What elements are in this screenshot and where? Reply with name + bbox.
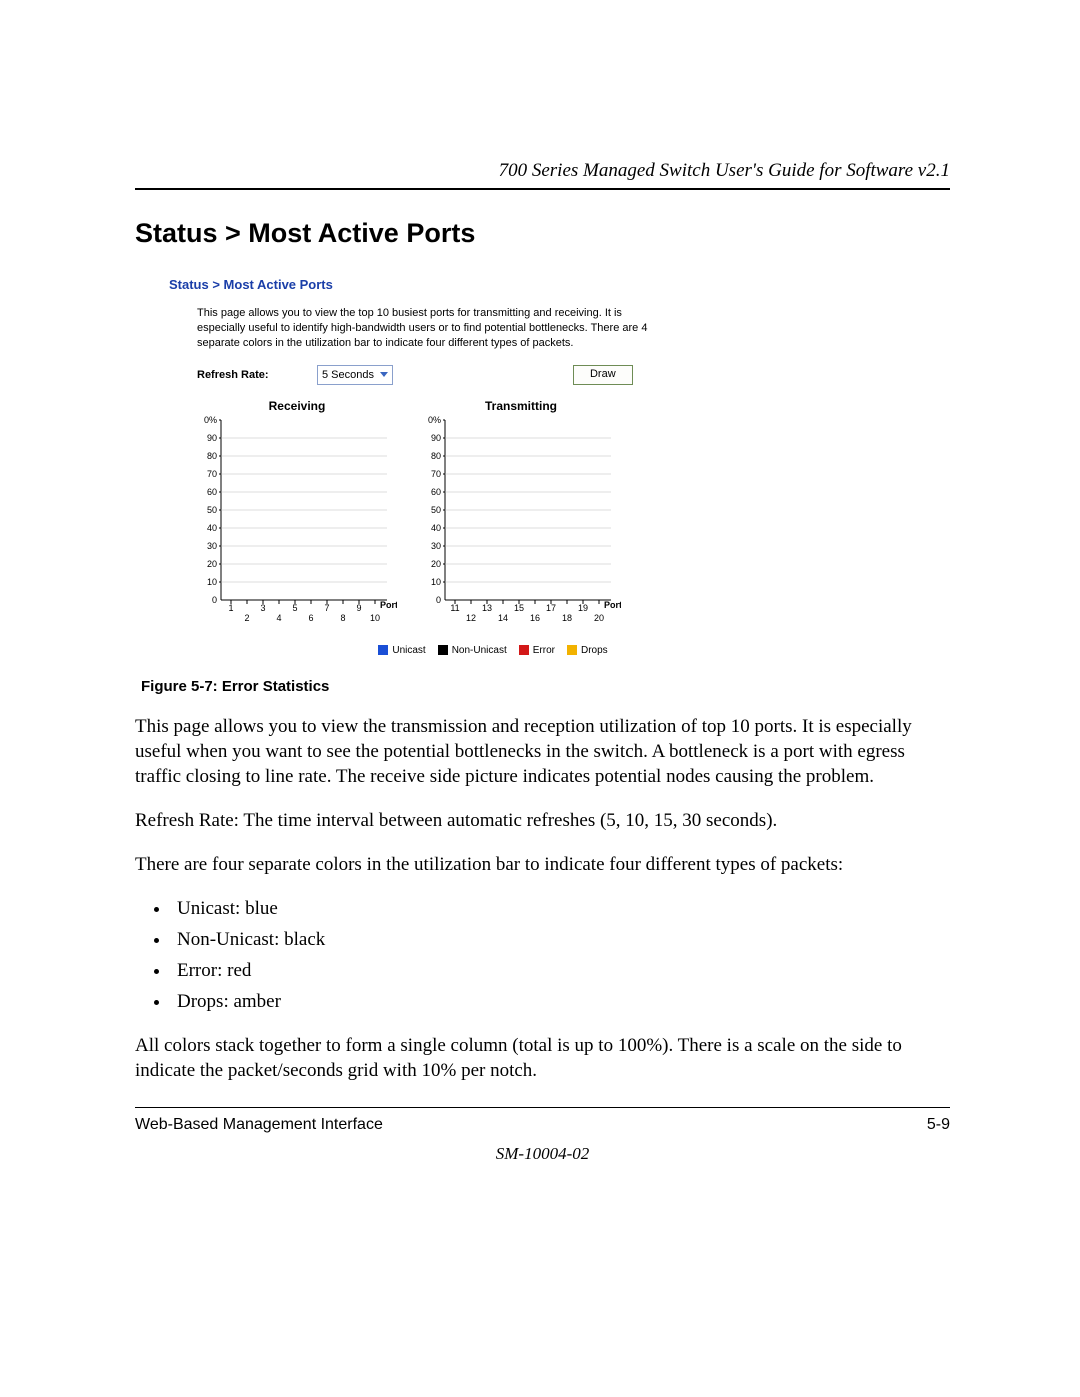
svg-text:50: 50 — [431, 505, 441, 515]
svg-text:14: 14 — [498, 613, 508, 623]
chart-receiving: Receiving 0% 90 80 70 60 — [197, 399, 397, 625]
svg-text:20: 20 — [431, 559, 441, 569]
chart-transmitting-svg: 0% 90 80 70 60 50 40 30 20 10 0 — [421, 415, 621, 625]
body-paragraph: All colors stack together to form a sing… — [135, 1033, 950, 1083]
list-item: Unicast: blue — [171, 896, 950, 921]
body-paragraph: Refresh Rate: The time interval between … — [135, 808, 950, 833]
svg-text:10: 10 — [207, 577, 217, 587]
list-item: Non-Unicast: black — [171, 927, 950, 952]
svg-text:Port: Port — [604, 600, 621, 610]
svg-text:30: 30 — [207, 541, 217, 551]
svg-text:80: 80 — [207, 451, 217, 461]
refresh-rate-select[interactable]: 5 Seconds — [317, 365, 393, 385]
refresh-rate-value: 5 Seconds — [322, 369, 374, 381]
legend-unicast: Unicast — [378, 645, 425, 656]
svg-text:15: 15 — [514, 603, 524, 613]
svg-text:13: 13 — [482, 603, 492, 613]
svg-text:0%: 0% — [428, 415, 441, 425]
svg-text:5: 5 — [292, 603, 297, 613]
svg-text:40: 40 — [207, 523, 217, 533]
svg-text:60: 60 — [207, 487, 217, 497]
legend-swatch-drops — [567, 645, 577, 655]
ui-controls: Refresh Rate: 5 Seconds Draw — [197, 365, 789, 385]
svg-text:40: 40 — [431, 523, 441, 533]
svg-text:18: 18 — [562, 613, 572, 623]
svg-text:10: 10 — [370, 613, 380, 623]
svg-text:2: 2 — [244, 613, 249, 623]
svg-text:16: 16 — [530, 613, 540, 623]
legend-swatch-non-unicast — [438, 645, 448, 655]
svg-text:8: 8 — [340, 613, 345, 623]
legend-drops: Drops — [567, 645, 608, 656]
section-heading: Status > Most Active Ports — [135, 218, 950, 249]
svg-text:20: 20 — [207, 559, 217, 569]
refresh-rate-label: Refresh Rate: — [197, 369, 317, 381]
figure-caption: Figure 5-7: Error Statistics — [141, 678, 950, 695]
svg-text:17: 17 — [546, 603, 556, 613]
svg-text:70: 70 — [207, 469, 217, 479]
packet-type-list: Unicast: blue Non-Unicast: black Error: … — [135, 896, 950, 1014]
page-number: 5-9 — [927, 1116, 950, 1134]
body-paragraph: There are four separate colors in the ut… — [135, 852, 950, 877]
breadcrumb: Status > Most Active Ports — [169, 277, 789, 292]
chart-receiving-svg: 0% 90 80 70 60 50 40 30 20 10 0 — [197, 415, 397, 625]
svg-text:4: 4 — [276, 613, 281, 623]
footer-code: SM-10004-02 — [135, 1144, 950, 1164]
svg-text:0: 0 — [436, 595, 441, 605]
chart-transmitting: Transmitting 0% 90 80 70 60 50 40 — [421, 399, 621, 625]
svg-text:90: 90 — [431, 433, 441, 443]
svg-text:0: 0 — [212, 595, 217, 605]
svg-text:7: 7 — [324, 603, 329, 613]
svg-text:6: 6 — [308, 613, 313, 623]
ui-panel: Status > Most Active Ports This page all… — [169, 277, 789, 656]
svg-text:Port: Port — [380, 600, 397, 610]
svg-text:11: 11 — [450, 603, 459, 613]
svg-text:70: 70 — [431, 469, 441, 479]
svg-text:30: 30 — [431, 541, 441, 551]
chart-legend: Unicast Non-Unicast Error Drops — [197, 645, 789, 656]
bottom-rule — [135, 1107, 950, 1108]
svg-text:3: 3 — [260, 603, 265, 613]
chart-title-receiving: Receiving — [197, 399, 397, 413]
legend-swatch-unicast — [378, 645, 388, 655]
legend-non-unicast: Non-Unicast — [438, 645, 507, 656]
list-item: Drops: amber — [171, 989, 950, 1014]
legend-error: Error — [519, 645, 555, 656]
chevron-down-icon — [380, 372, 388, 377]
legend-swatch-error — [519, 645, 529, 655]
svg-text:10: 10 — [431, 577, 441, 587]
svg-text:20: 20 — [594, 613, 604, 623]
svg-text:90: 90 — [207, 433, 217, 443]
chart-title-transmitting: Transmitting — [421, 399, 621, 413]
ui-description: This page allows you to view the top 10 … — [197, 306, 657, 351]
svg-text:50: 50 — [207, 505, 217, 515]
draw-button[interactable]: Draw — [573, 365, 633, 385]
svg-text:60: 60 — [431, 487, 441, 497]
body-paragraph: This page allows you to view the transmi… — [135, 714, 950, 789]
svg-text:19: 19 — [578, 603, 588, 613]
footer-left: Web-Based Management Interface — [135, 1116, 383, 1134]
list-item: Error: red — [171, 958, 950, 983]
svg-text:80: 80 — [431, 451, 441, 461]
svg-text:12: 12 — [466, 613, 476, 623]
svg-text:0%: 0% — [204, 415, 217, 425]
top-rule — [135, 188, 950, 190]
svg-text:1: 1 — [228, 603, 233, 613]
doc-title: 700 Series Managed Switch User's Guide f… — [135, 160, 950, 182]
svg-text:9: 9 — [356, 603, 361, 613]
